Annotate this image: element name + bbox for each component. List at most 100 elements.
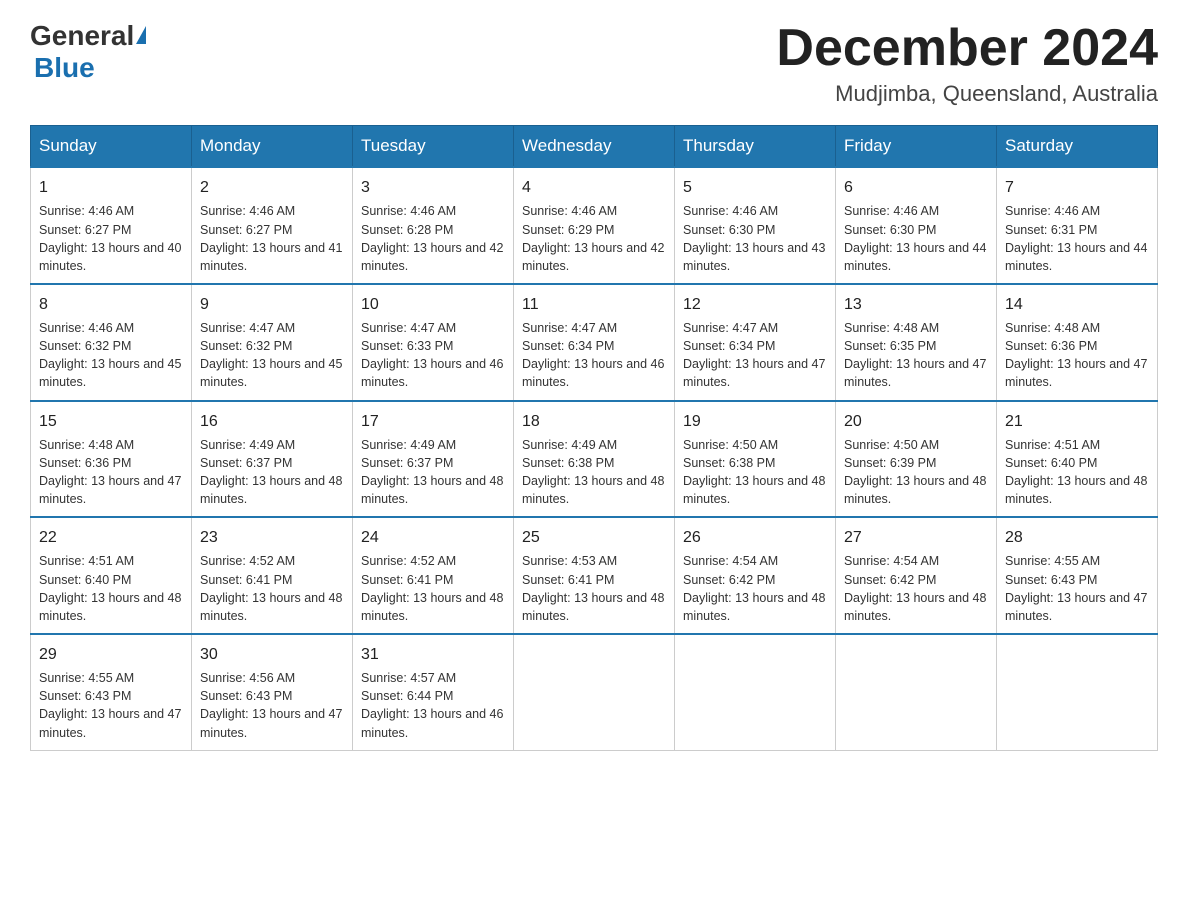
calendar-cell: 10 Sunrise: 4:47 AMSunset: 6:33 PMDayligh…	[353, 284, 514, 401]
calendar-week-row: 1 Sunrise: 4:46 AMSunset: 6:27 PMDaylight…	[31, 167, 1158, 284]
day-number: 16	[200, 410, 344, 433]
day-info: Sunrise: 4:46 AMSunset: 6:27 PMDaylight:…	[39, 202, 183, 275]
calendar-cell: 31Sunrise: 4:57 AMSunset: 6:44 PMDayligh…	[353, 634, 514, 750]
logo-general-text: General	[30, 20, 134, 52]
day-info: Sunrise: 4:56 AMSunset: 6:43 PMDaylight:…	[200, 669, 344, 742]
calendar-header-sunday: Sunday	[31, 126, 192, 168]
day-number: 22	[39, 526, 183, 549]
day-info: Sunrise: 4:46 AMSunset: 6:27 PMDaylight:…	[200, 202, 344, 275]
day-info: Sunrise: 4:46 AMSunset: 6:32 PMDaylight:…	[39, 319, 183, 392]
calendar-table: SundayMondayTuesdayWednesdayThursdayFrid…	[30, 125, 1158, 750]
calendar-cell: 29Sunrise: 4:55 AMSunset: 6:43 PMDayligh…	[31, 634, 192, 750]
day-info: Sunrise: 4:53 AMSunset: 6:41 PMDaylight:…	[522, 552, 666, 625]
calendar-cell: 22Sunrise: 4:51 AMSunset: 6:40 PMDayligh…	[31, 517, 192, 634]
calendar-cell: 16 Sunrise: 4:49 AMSunset: 6:37 PMDayligh…	[192, 401, 353, 518]
day-info: Sunrise: 4:54 AMSunset: 6:42 PMDaylight:…	[683, 552, 827, 625]
calendar-week-row: 29Sunrise: 4:55 AMSunset: 6:43 PMDayligh…	[31, 634, 1158, 750]
calendar-cell: 26Sunrise: 4:54 AMSunset: 6:42 PMDayligh…	[675, 517, 836, 634]
calendar-cell: 13Sunrise: 4:48 AMSunset: 6:35 PMDayligh…	[836, 284, 997, 401]
day-info: Sunrise: 4:47 AMSunset: 6:34 PMDaylight:…	[522, 319, 666, 392]
calendar-cell: 1 Sunrise: 4:46 AMSunset: 6:27 PMDaylight…	[31, 167, 192, 284]
logo-triangle-icon	[136, 26, 146, 44]
day-number: 10	[361, 293, 505, 316]
calendar-cell: 4 Sunrise: 4:46 AMSunset: 6:29 PMDaylight…	[514, 167, 675, 284]
day-info: Sunrise: 4:49 AMSunset: 6:38 PMDaylight:…	[522, 436, 666, 509]
day-info: Sunrise: 4:54 AMSunset: 6:42 PMDaylight:…	[844, 552, 988, 625]
location-title: Mudjimba, Queensland, Australia	[776, 81, 1158, 107]
day-number: 27	[844, 526, 988, 549]
calendar-cell: 17 Sunrise: 4:49 AMSunset: 6:37 PMDayligh…	[353, 401, 514, 518]
day-info: Sunrise: 4:48 AMSunset: 6:36 PMDaylight:…	[39, 436, 183, 509]
day-number: 24	[361, 526, 505, 549]
day-info: Sunrise: 4:51 AMSunset: 6:40 PMDaylight:…	[1005, 436, 1149, 509]
day-info: Sunrise: 4:46 AMSunset: 6:30 PMDaylight:…	[683, 202, 827, 275]
calendar-cell: 14 Sunrise: 4:48 AMSunset: 6:36 PMDayligh…	[997, 284, 1158, 401]
day-info: Sunrise: 4:48 AMSunset: 6:36 PMDaylight:…	[1005, 319, 1149, 392]
day-number: 1	[39, 176, 183, 199]
calendar-cell: 8 Sunrise: 4:46 AMSunset: 6:32 PMDaylight…	[31, 284, 192, 401]
day-number: 6	[844, 176, 988, 199]
calendar-cell	[997, 634, 1158, 750]
day-number: 15	[39, 410, 183, 433]
calendar-week-row: 22Sunrise: 4:51 AMSunset: 6:40 PMDayligh…	[31, 517, 1158, 634]
calendar-header-friday: Friday	[836, 126, 997, 168]
day-number: 4	[522, 176, 666, 199]
calendar-cell: 27 Sunrise: 4:54 AMSunset: 6:42 PMDayligh…	[836, 517, 997, 634]
calendar-cell: 15 Sunrise: 4:48 AMSunset: 6:36 PMDayligh…	[31, 401, 192, 518]
day-number: 21	[1005, 410, 1149, 433]
day-number: 2	[200, 176, 344, 199]
day-info: Sunrise: 4:55 AMSunset: 6:43 PMDaylight:…	[39, 669, 183, 742]
day-info: Sunrise: 4:52 AMSunset: 6:41 PMDaylight:…	[361, 552, 505, 625]
calendar-cell: 6 Sunrise: 4:46 AMSunset: 6:30 PMDaylight…	[836, 167, 997, 284]
day-number: 30	[200, 643, 344, 666]
day-info: Sunrise: 4:50 AMSunset: 6:39 PMDaylight:…	[844, 436, 988, 509]
day-info: Sunrise: 4:48 AMSunset: 6:35 PMDaylight:…	[844, 319, 988, 392]
day-info: Sunrise: 4:49 AMSunset: 6:37 PMDaylight:…	[361, 436, 505, 509]
day-number: 17	[361, 410, 505, 433]
day-number: 18	[522, 410, 666, 433]
day-number: 28	[1005, 526, 1149, 549]
title-area: December 2024 Mudjimba, Queensland, Aust…	[776, 20, 1158, 107]
day-number: 3	[361, 176, 505, 199]
calendar-header-thursday: Thursday	[675, 126, 836, 168]
day-number: 25	[522, 526, 666, 549]
month-title: December 2024	[776, 20, 1158, 77]
calendar-cell: 20 Sunrise: 4:50 AMSunset: 6:39 PMDayligh…	[836, 401, 997, 518]
day-info: Sunrise: 4:49 AMSunset: 6:37 PMDaylight:…	[200, 436, 344, 509]
day-number: 14	[1005, 293, 1149, 316]
calendar-cell: 28Sunrise: 4:55 AMSunset: 6:43 PMDayligh…	[997, 517, 1158, 634]
calendar-cell: 11 Sunrise: 4:47 AMSunset: 6:34 PMDayligh…	[514, 284, 675, 401]
page-header: General Blue December 2024 Mudjimba, Que…	[30, 20, 1158, 107]
calendar-cell: 9Sunrise: 4:47 AMSunset: 6:32 PMDaylight…	[192, 284, 353, 401]
day-info: Sunrise: 4:46 AMSunset: 6:31 PMDaylight:…	[1005, 202, 1149, 275]
logo: General Blue	[30, 20, 146, 84]
day-number: 20	[844, 410, 988, 433]
day-number: 11	[522, 293, 666, 316]
day-number: 7	[1005, 176, 1149, 199]
calendar-header-wednesday: Wednesday	[514, 126, 675, 168]
day-info: Sunrise: 4:46 AMSunset: 6:28 PMDaylight:…	[361, 202, 505, 275]
calendar-header-saturday: Saturday	[997, 126, 1158, 168]
day-number: 12	[683, 293, 827, 316]
calendar-week-row: 15 Sunrise: 4:48 AMSunset: 6:36 PMDayligh…	[31, 401, 1158, 518]
logo-blue-text: Blue	[34, 52, 95, 84]
calendar-cell	[514, 634, 675, 750]
day-number: 5	[683, 176, 827, 199]
day-number: 8	[39, 293, 183, 316]
calendar-cell: 5 Sunrise: 4:46 AMSunset: 6:30 PMDaylight…	[675, 167, 836, 284]
day-info: Sunrise: 4:46 AMSunset: 6:30 PMDaylight:…	[844, 202, 988, 275]
day-info: Sunrise: 4:46 AMSunset: 6:29 PMDaylight:…	[522, 202, 666, 275]
day-number: 31	[361, 643, 505, 666]
day-info: Sunrise: 4:47 AMSunset: 6:32 PMDaylight:…	[200, 319, 344, 392]
calendar-week-row: 8 Sunrise: 4:46 AMSunset: 6:32 PMDaylight…	[31, 284, 1158, 401]
calendar-header-row: SundayMondayTuesdayWednesdayThursdayFrid…	[31, 126, 1158, 168]
calendar-cell	[836, 634, 997, 750]
calendar-cell: 25 Sunrise: 4:53 AMSunset: 6:41 PMDayligh…	[514, 517, 675, 634]
day-info: Sunrise: 4:52 AMSunset: 6:41 PMDaylight:…	[200, 552, 344, 625]
calendar-cell: 2 Sunrise: 4:46 AMSunset: 6:27 PMDaylight…	[192, 167, 353, 284]
day-number: 19	[683, 410, 827, 433]
day-info: Sunrise: 4:47 AMSunset: 6:33 PMDaylight:…	[361, 319, 505, 392]
calendar-cell: 24 Sunrise: 4:52 AMSunset: 6:41 PMDayligh…	[353, 517, 514, 634]
day-number: 23	[200, 526, 344, 549]
day-info: Sunrise: 4:50 AMSunset: 6:38 PMDaylight:…	[683, 436, 827, 509]
